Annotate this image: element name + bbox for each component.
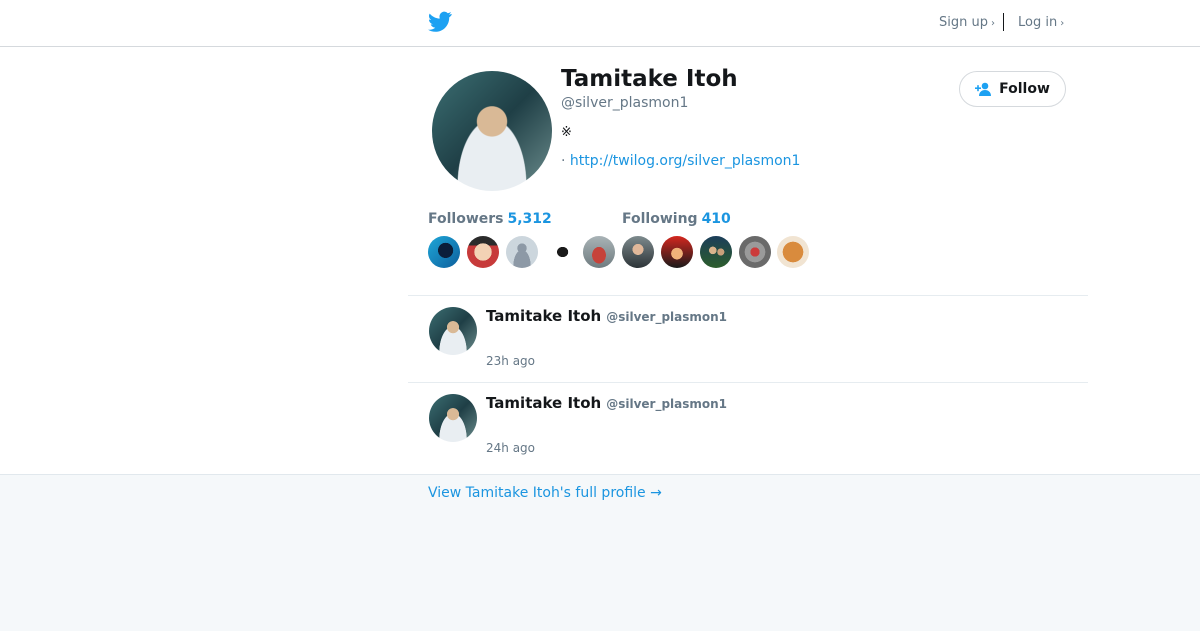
profile-avatar[interactable] bbox=[432, 71, 552, 191]
tweet-item[interactable]: Tamitake Itoh @silver_plasmon1 23h ago bbox=[408, 295, 1088, 383]
chevron-right-icon: › bbox=[990, 18, 995, 29]
followers-number: 5,312 bbox=[507, 211, 552, 227]
followers-count[interactable]: Followers 5,312 bbox=[428, 211, 552, 227]
login-label: Log in bbox=[1018, 15, 1058, 30]
chevron-right-icon: › bbox=[1060, 18, 1065, 29]
profile-bio: ※ bbox=[561, 125, 572, 140]
follower-avatar[interactable] bbox=[467, 236, 499, 268]
follow-label: Follow bbox=[999, 81, 1050, 97]
twitter-bird-icon[interactable] bbox=[428, 11, 452, 32]
tweet-author-name: Tamitake Itoh bbox=[486, 307, 602, 325]
following-avatar[interactable] bbox=[583, 236, 615, 268]
tweet-timestamp[interactable]: 24h ago bbox=[486, 441, 535, 455]
signup-label: Sign up bbox=[939, 15, 988, 30]
auth-divider bbox=[1003, 13, 1004, 31]
following-count[interactable]: Following 410 bbox=[622, 211, 731, 227]
following-number: 410 bbox=[701, 211, 731, 227]
tweet-author-handle: @silver_plasmon1 bbox=[606, 397, 728, 411]
tweet-author[interactable]: Tamitake Itoh @silver_plasmon1 bbox=[486, 307, 727, 325]
tweet-avatar[interactable] bbox=[429, 394, 477, 442]
profile-name: Tamitake Itoh bbox=[561, 66, 738, 92]
following-avatar[interactable] bbox=[700, 236, 732, 268]
following-avatar[interactable] bbox=[777, 236, 809, 268]
follower-avatar[interactable] bbox=[545, 236, 577, 268]
profile-url-row: · http://twilog.org/silver_plasmon1 bbox=[561, 153, 800, 169]
follower-avatar[interactable] bbox=[428, 236, 460, 268]
tweet-avatar[interactable] bbox=[429, 307, 477, 355]
follow-button[interactable]: Follow bbox=[959, 71, 1066, 107]
tweet-item[interactable]: Tamitake Itoh @silver_plasmon1 24h ago bbox=[408, 382, 1088, 475]
login-link[interactable]: Log in › bbox=[1018, 15, 1064, 30]
full-profile-link[interactable]: View Tamitake Itoh's full profile → bbox=[428, 485, 662, 501]
follower-avatar[interactable] bbox=[506, 236, 538, 268]
following-avatar[interactable] bbox=[661, 236, 693, 268]
tweet-author-handle: @silver_plasmon1 bbox=[606, 310, 728, 324]
profile-handle: @silver_plasmon1 bbox=[561, 95, 689, 111]
following-label: Following bbox=[622, 211, 698, 227]
tweet-author[interactable]: Tamitake Itoh @silver_plasmon1 bbox=[486, 394, 727, 412]
url-prefix: · bbox=[561, 153, 566, 169]
signup-link[interactable]: Sign up › bbox=[939, 15, 995, 30]
tweet-timestamp[interactable]: 23h ago bbox=[486, 354, 535, 368]
tweet-author-name: Tamitake Itoh bbox=[486, 394, 602, 412]
top-bar: Sign up › Log in › bbox=[0, 0, 1200, 47]
following-avatar[interactable] bbox=[622, 236, 654, 268]
profile-url-link[interactable]: http://twilog.org/silver_plasmon1 bbox=[570, 153, 801, 169]
followers-label: Followers bbox=[428, 211, 504, 227]
following-avatar[interactable] bbox=[739, 236, 771, 268]
add-user-icon bbox=[975, 82, 992, 96]
